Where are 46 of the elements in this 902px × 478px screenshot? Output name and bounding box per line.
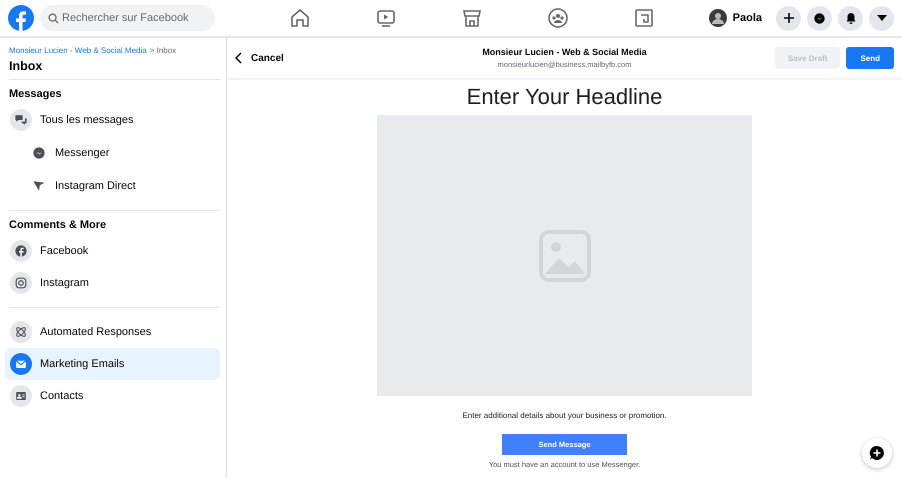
sidebar-item[interactable]: Marketing Emails [5, 348, 220, 380]
page-name: Monsieur Lucien - Web & Social Media [482, 47, 647, 57]
instagram-icon [10, 272, 32, 294]
new-message-button[interactable] [862, 438, 892, 468]
caret-icon [876, 15, 886, 21]
email-details: Enter additional details about your business or promotion. [462, 411, 667, 420]
store-icon [460, 7, 483, 29]
bell-icon [844, 12, 856, 24]
section-title: Messages [9, 88, 63, 100]
create-button[interactable] [776, 6, 801, 30]
messenger-button[interactable] [807, 6, 832, 30]
home-icon [288, 7, 311, 29]
notifications-button[interactable] [838, 6, 863, 30]
send-button[interactable]: Send [846, 47, 894, 69]
breadcrumb-link[interactable]: Monsieur Lucien - Web & Social Media [9, 46, 147, 55]
sidebar-item[interactable]: Contacts [5, 380, 220, 412]
logo-icon[interactable] [8, 5, 34, 31]
messenger-icon [31, 144, 47, 160]
sidebar-item[interactable]: Messenger [9, 136, 220, 169]
contact-card-icon [10, 385, 32, 407]
breadcrumb-current: > Inbox [150, 46, 176, 55]
messenger-icon [813, 12, 826, 24]
facebook-icon [10, 240, 32, 262]
sidebar-item[interactable]: Automated Responses [5, 316, 220, 348]
sidebar-item[interactable]: Instagram [5, 267, 220, 299]
plus-icon [782, 12, 794, 24]
sidebar-title: Inbox [9, 59, 44, 73]
avatar[interactable] [708, 9, 727, 27]
video-icon [374, 7, 397, 29]
gaming-icon [632, 7, 655, 29]
chevron-left-icon [235, 52, 243, 64]
group-icon [546, 7, 569, 29]
plus-icon [869, 445, 885, 461]
profile-name[interactable]: Paola [732, 12, 762, 24]
atom-icon [10, 321, 32, 343]
sidebar-item[interactable]: Facebook [5, 235, 220, 267]
cancel-button[interactable]: Cancel [235, 52, 445, 64]
sidebar-item[interactable]: Instagram Direct [9, 169, 220, 202]
sidebar-item[interactable]: Tous les messages [5, 104, 220, 136]
search-icon [48, 13, 59, 24]
account-menu-button[interactable] [869, 6, 894, 30]
envelope-icon [10, 353, 32, 375]
chat-icon [10, 109, 32, 131]
email-headline: Enter Your Headline [466, 84, 662, 111]
section-title: Comments & More [9, 219, 108, 231]
search-field[interactable]: Rechercher sur Facebook [40, 5, 215, 31]
